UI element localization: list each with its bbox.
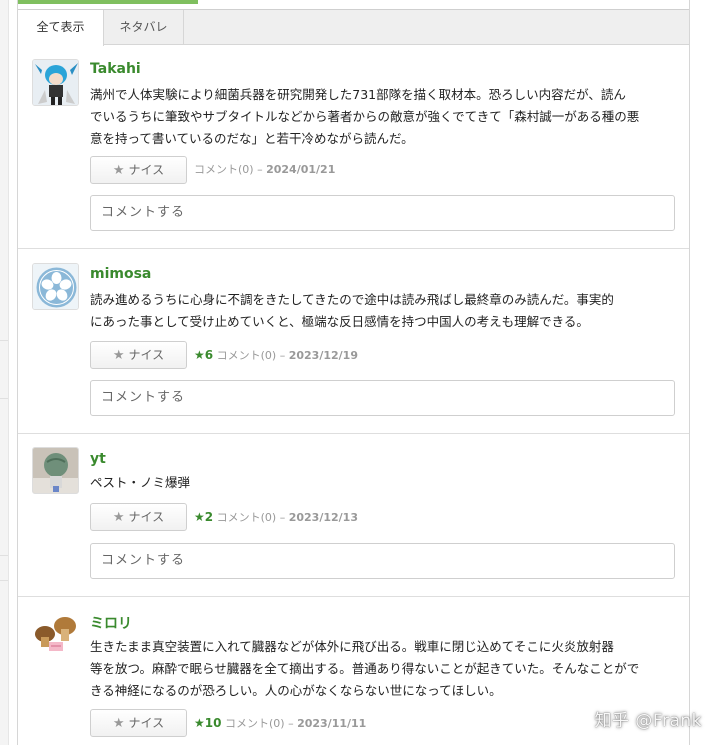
- review-meta: ★10 コメント(0) – 2023/11/11: [194, 709, 366, 738]
- review-line: 意を持って書いているのだな」と若干冷めながら読んだ。: [90, 131, 414, 146]
- comment-count-link[interactable]: コメント(0): [225, 717, 285, 730]
- review-username[interactable]: Takahi: [90, 61, 141, 77]
- review-line: 読み進めるうちに心身に不調をきたしてきたので途中は読み飛ばし最終章のみ読んだ。事…: [90, 292, 614, 307]
- green-star-icon: ★: [194, 510, 205, 524]
- tab-spoiler[interactable]: ネタバレ: [104, 10, 184, 45]
- review-meta: ★6 コメント(0) – 2023/12/19: [194, 341, 358, 370]
- nice-label: ナイス: [128, 163, 165, 177]
- review-item: mimosa 読み進めるうちに心身に不調をきたしてきたので途中は読み飛ばし最終章…: [18, 249, 689, 434]
- review-item: Takahi 満州で人体実験により細菌兵器を研究開発した731部隊を描く取材本。…: [18, 46, 689, 249]
- like-count-value: 10: [204, 716, 222, 730]
- review-username[interactable]: mimosa: [90, 266, 151, 282]
- review-meta: ★2 コメント(0) – 2023/12/13: [194, 503, 358, 532]
- right-margin: [700, 0, 720, 745]
- review-panel: 全て表示 ネタバレ Takahi 満州で人体実験により細菌兵器を研究開発した73…: [17, 0, 690, 745]
- meta-separator: –: [279, 511, 289, 524]
- nice-button[interactable]: ★ ナイス: [90, 156, 187, 184]
- comment-count-link[interactable]: コメント(0): [217, 511, 277, 524]
- review-text: 読み進めるうちに心身に不調をきたしてきたので途中は読み飛ばし最終章のみ読んだ。事…: [90, 289, 678, 333]
- review-line: きる神経になるのが恐ろしい。人の心がなくならない世になってほしい。: [90, 683, 502, 698]
- gutter-divider: [0, 580, 8, 581]
- nice-button[interactable]: ★ ナイス: [90, 341, 187, 369]
- meta-separator: –: [257, 163, 267, 176]
- nice-label: ナイス: [128, 348, 165, 362]
- review-line: 等を放つ。麻酔で眠らせ臓器を全て摘出する。普通あり得ないことが起きていた。そんな…: [90, 661, 640, 676]
- review-text: 満州で人体実験により細菌兵器を研究開発した731部隊を描く取材本。恐ろしい内容だ…: [90, 84, 678, 150]
- review-item: ミロリ 生きたまま真空装置に入れて臓器などが体外に飛び出る。戦車に閉じ込めてそこ…: [18, 597, 689, 745]
- nice-label: ナイス: [128, 510, 165, 524]
- gutter-divider: [0, 340, 8, 341]
- left-gutter: [0, 0, 9, 745]
- like-count: ★10: [194, 716, 221, 730]
- review-line: 生きたまま真空装置に入れて臓器などが体外に飛び出る。戦車に閉じ込めてそこに火炎放…: [90, 639, 614, 654]
- review-line: でいるうちに筆致やサブタイトルなどから著者からの敵意が強くでてきて「森村誠一があ…: [90, 109, 640, 124]
- comment-count-link[interactable]: コメント(0): [194, 163, 254, 176]
- review-date: 2023/12/19: [288, 349, 358, 362]
- review-line: ペスト・ノミ爆弾: [90, 475, 191, 490]
- review-text: ペスト・ノミ爆弾: [90, 472, 678, 494]
- review-line: にあった事として受け止めていくと、極端な反日感情を持つ中国人の考えも理解できる。: [90, 314, 589, 329]
- green-star-icon: ★: [194, 348, 205, 362]
- nice-button[interactable]: ★ ナイス: [90, 503, 187, 531]
- tab-all[interactable]: 全て表示: [18, 10, 104, 46]
- star-icon: ★: [112, 348, 125, 363]
- meta-separator: –: [279, 349, 289, 362]
- star-icon: ★: [112, 163, 125, 178]
- review-username[interactable]: yt: [90, 451, 106, 467]
- gutter-divider: [0, 555, 8, 556]
- review-line: 満州で人体実験により細菌兵器を研究開発した731部隊を描く取材本。恐ろしい内容だ…: [90, 87, 626, 102]
- review-date: 2024/01/21: [266, 163, 336, 176]
- flower-avatar-icon[interactable]: [32, 263, 79, 310]
- comment-input[interactable]: コメントする: [90, 380, 675, 416]
- like-count-value: 2: [204, 510, 214, 524]
- meta-separator: –: [288, 717, 298, 730]
- review-date: 2023/11/11: [297, 717, 367, 730]
- zhihu-watermark: 知乎 @Frank: [594, 711, 702, 731]
- globe-figure-avatar-icon[interactable]: [32, 447, 79, 494]
- review-meta: コメント(0) – 2024/01/21: [194, 156, 335, 184]
- review-username[interactable]: ミロリ: [90, 613, 132, 633]
- nice-label: ナイス: [128, 716, 165, 730]
- gutter-divider: [0, 398, 8, 399]
- comment-input[interactable]: コメントする: [90, 543, 675, 579]
- star-icon: ★: [112, 510, 125, 525]
- nice-button[interactable]: ★ ナイス: [90, 709, 187, 737]
- star-icon: ★: [112, 716, 125, 731]
- top-accent-bar: [18, 0, 198, 4]
- like-count-value: 6: [204, 348, 214, 362]
- comment-count-link[interactable]: コメント(0): [217, 349, 277, 362]
- tab-bar: 全て表示 ネタバレ: [18, 10, 689, 46]
- review-date: 2023/12/13: [288, 511, 358, 524]
- comment-input[interactable]: コメントする: [90, 195, 675, 231]
- review-text: 生きたまま真空装置に入れて臓器などが体外に飛び出る。戦車に閉じ込めてそこに火炎放…: [90, 636, 678, 702]
- review-item: yt ペスト・ノミ爆弾 ★ ナイス ★2 コメント(0) – 2023/12/13…: [18, 434, 689, 597]
- green-star-icon: ★: [194, 716, 205, 730]
- figure-avatar-icon[interactable]: [32, 59, 79, 106]
- like-count: ★2: [194, 510, 213, 524]
- mushroom-avatar-icon[interactable]: [32, 611, 79, 658]
- like-count: ★6: [194, 348, 213, 362]
